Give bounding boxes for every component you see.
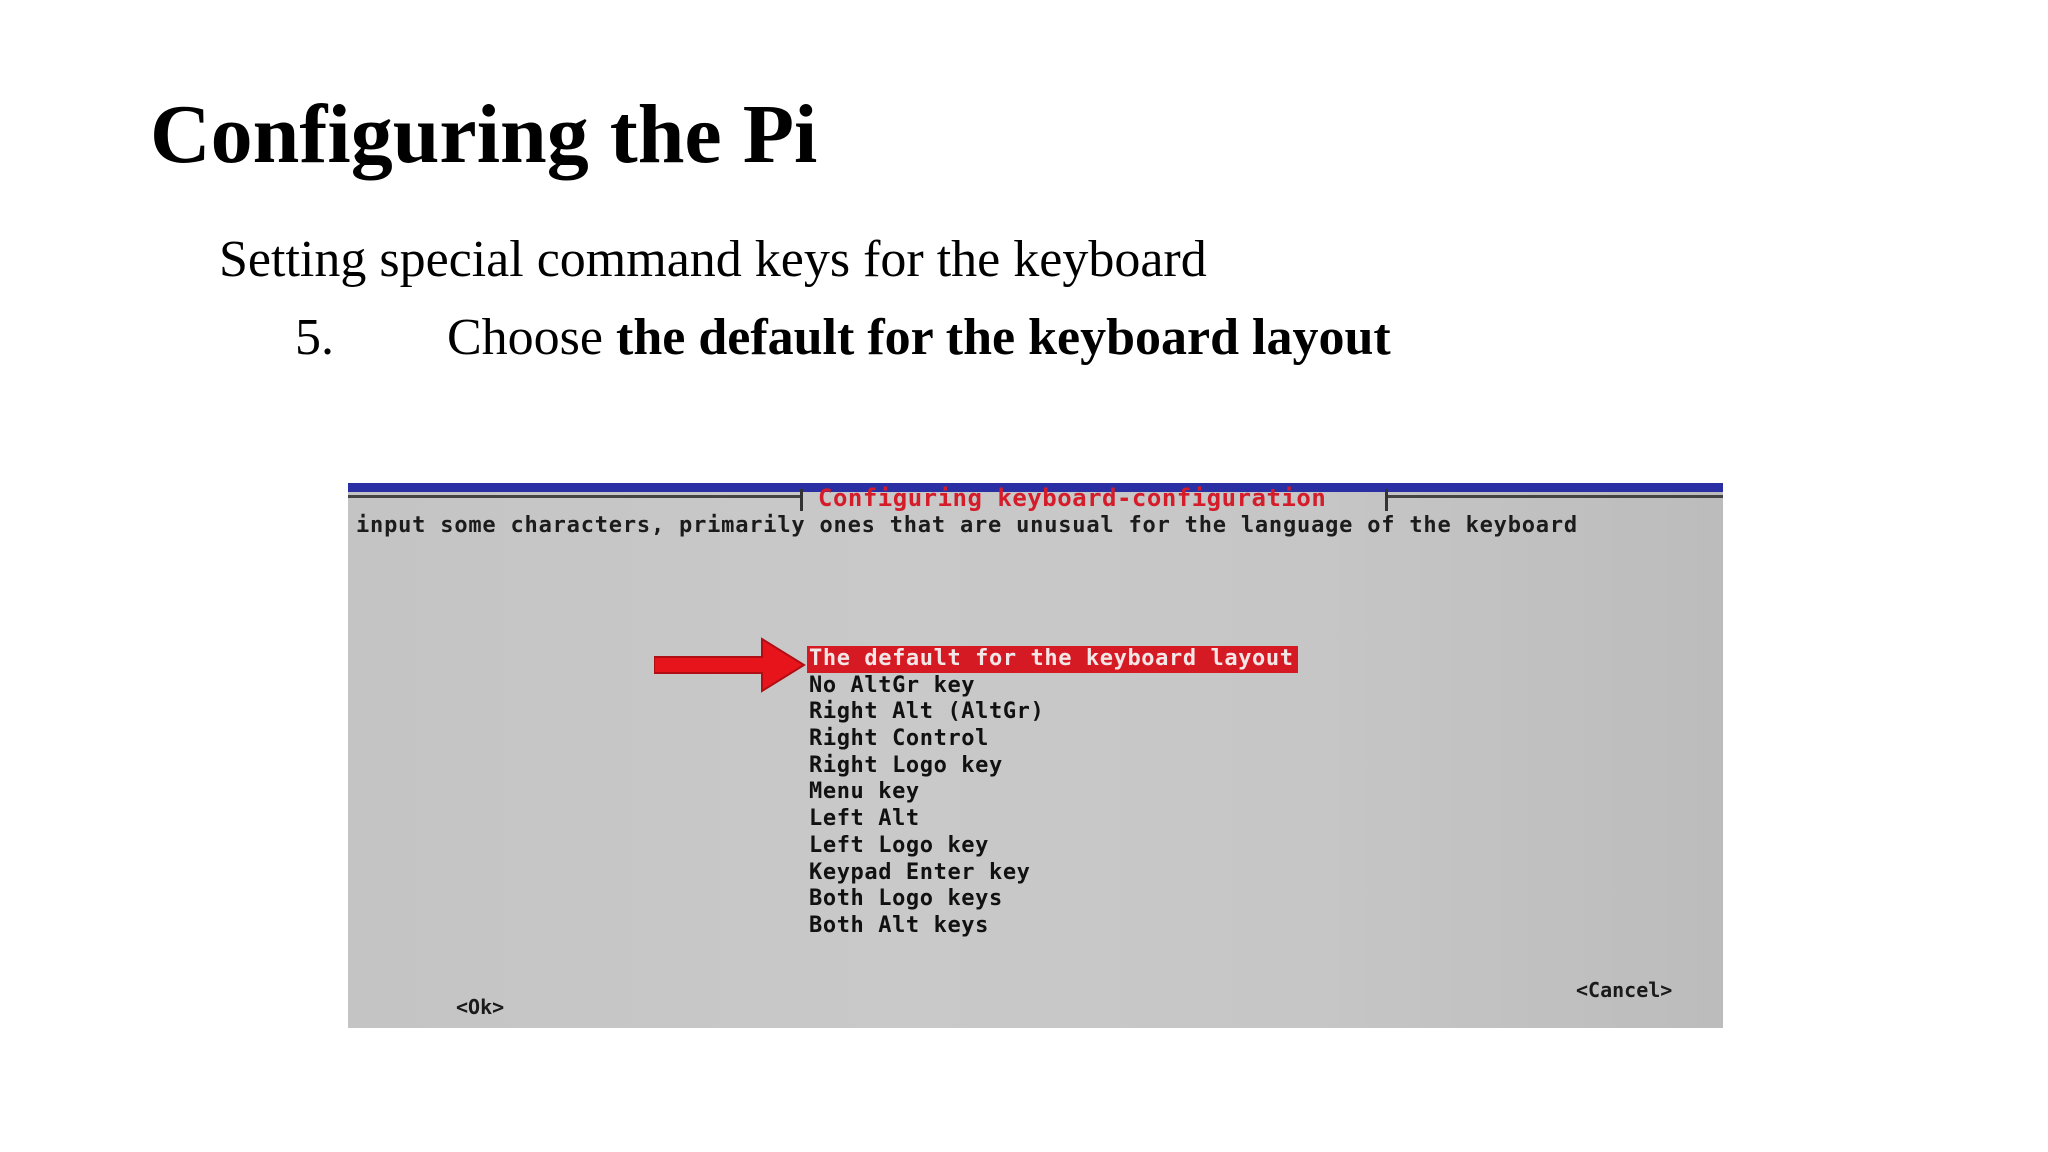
- dialog-border-right: [1388, 495, 1723, 498]
- dialog-title-bracket-left: [800, 489, 803, 511]
- keyboard-option[interactable]: Both Alt keys: [807, 913, 1298, 940]
- keyboard-option[interactable]: Left Alt: [807, 806, 1298, 833]
- keyboard-option[interactable]: No AltGr key: [807, 673, 1298, 700]
- keyboard-option-selected[interactable]: The default for the keyboard layout: [807, 646, 1298, 673]
- dialog-title: Configuring keyboard-configuration: [818, 484, 1327, 512]
- terminal-screenshot: Configuring keyboard-configuration input…: [348, 483, 1723, 1028]
- right-arrow-icon: [654, 637, 806, 693]
- keyboard-option-list: The default for the keyboard layout No Al…: [807, 646, 1298, 940]
- step-number: 5.: [295, 309, 334, 366]
- keyboard-option[interactable]: Menu key: [807, 779, 1298, 806]
- slide: Configuring the Pi Setting special comma…: [0, 0, 2048, 1152]
- keyboard-option[interactable]: Right Alt (AltGr): [807, 699, 1298, 726]
- slide-subtitle: Setting special command keys for the key…: [219, 231, 1207, 288]
- keyboard-option[interactable]: Right Logo key: [807, 753, 1298, 780]
- step-emphasis: the default for the keyboard layout: [616, 309, 1391, 366]
- dialog-description: input some characters, primarily ones th…: [356, 513, 1578, 538]
- cancel-button[interactable]: <Cancel>: [1576, 978, 1672, 1002]
- step-prefix: Choose: [447, 309, 616, 366]
- step-text: Choose the default for the keyboard layo…: [447, 308, 1391, 368]
- keyboard-option[interactable]: Left Logo key: [807, 833, 1298, 860]
- keyboard-option[interactable]: Right Control: [807, 726, 1298, 753]
- dialog-title-bracket-right: [1385, 489, 1388, 511]
- dialog-border-left: [348, 495, 800, 498]
- keyboard-option[interactable]: Both Logo keys: [807, 886, 1298, 913]
- slide-title: Configuring the Pi: [150, 88, 818, 181]
- keyboard-option[interactable]: Keypad Enter key: [807, 860, 1298, 887]
- ok-button[interactable]: <Ok>: [456, 995, 504, 1019]
